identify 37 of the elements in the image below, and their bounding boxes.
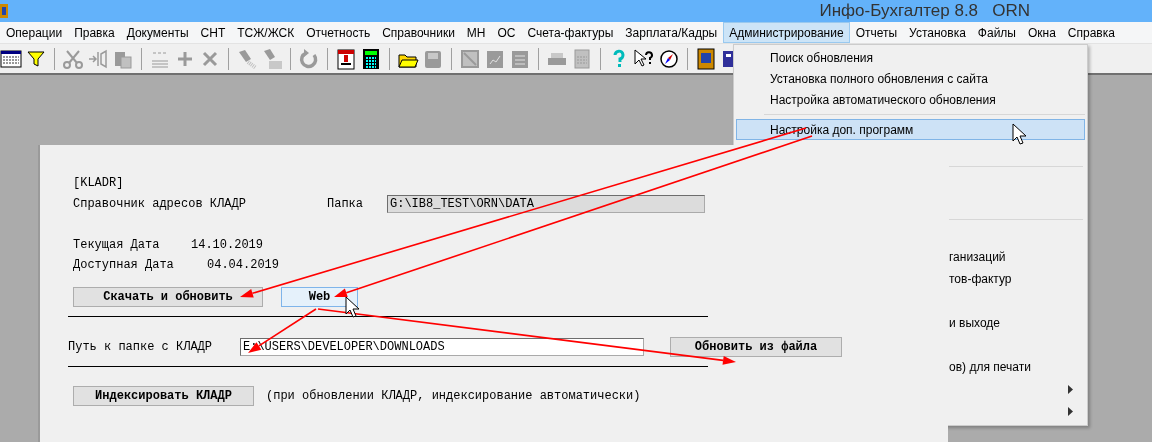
- menu-item[interactable]: Документы: [120, 22, 195, 43]
- index-button[interactable]: Индексировать КЛАДР: [73, 386, 254, 406]
- menu-option[interactable]: ганизаций: [949, 250, 1006, 264]
- menu-item[interactable]: Правка: [68, 22, 121, 43]
- menu-item[interactable]: Зарплата/Кадры: [619, 22, 724, 43]
- menu-item[interactable]: МН: [460, 22, 492, 43]
- index-note: (при обновлении КЛАДР, индексирование автоматически): [266, 389, 641, 403]
- download-update-button[interactable]: Скачать и обновить: [73, 287, 263, 307]
- path-label: Путь к папке с КЛАДР: [68, 340, 214, 354]
- menu-item[interactable]: Установка: [903, 22, 972, 43]
- web-button[interactable]: Web: [281, 287, 358, 307]
- menu-item[interactable]: Справка: [1061, 22, 1121, 43]
- field-label: Справочник адресов КЛАДР: [73, 197, 247, 211]
- date-value: 04.04.2019: [207, 258, 279, 272]
- field-label: Папка: [327, 197, 364, 211]
- menu-option[interactable]: тов-фактур: [949, 272, 1012, 286]
- window-title: Инфо-Бухгалтер 8.8 ORN: [819, 1, 1030, 21]
- menu-item[interactable]: Отчеты: [849, 22, 904, 43]
- menu-option[interactable]: Настройка автоматического обновления: [736, 89, 1085, 110]
- menu-item[interactable]: ТСЖ/ЖСК: [231, 22, 301, 43]
- menu-item[interactable]: Счета-фактуры: [521, 22, 620, 43]
- date-label: Текущая Дата: [73, 238, 161, 252]
- menu-item[interactable]: Файлы: [971, 22, 1022, 43]
- date-value: 14.10.2019: [191, 238, 263, 252]
- menu-option[interactable]: ов) для печати: [949, 360, 1031, 374]
- menu-item[interactable]: Администрирование: [723, 22, 850, 43]
- menu-item[interactable]: СНТ: [194, 22, 232, 43]
- menu-item[interactable]: Окна: [1021, 22, 1062, 43]
- date-label: Доступная Дата: [73, 258, 175, 272]
- section-label: [KLADR]: [73, 176, 124, 190]
- menu-item[interactable]: Отчетность: [300, 22, 377, 43]
- menu-item[interactable]: Справочники: [376, 22, 461, 43]
- menu-option[interactable]: и выходе: [949, 316, 1000, 330]
- menu-item[interactable]: ОС: [491, 22, 522, 43]
- update-from-file-button[interactable]: Обновить из файла: [670, 337, 842, 357]
- menu-option[interactable]: Установка полного обновления с сайта: [736, 68, 1085, 89]
- menu-item[interactable]: Операции: [0, 22, 69, 43]
